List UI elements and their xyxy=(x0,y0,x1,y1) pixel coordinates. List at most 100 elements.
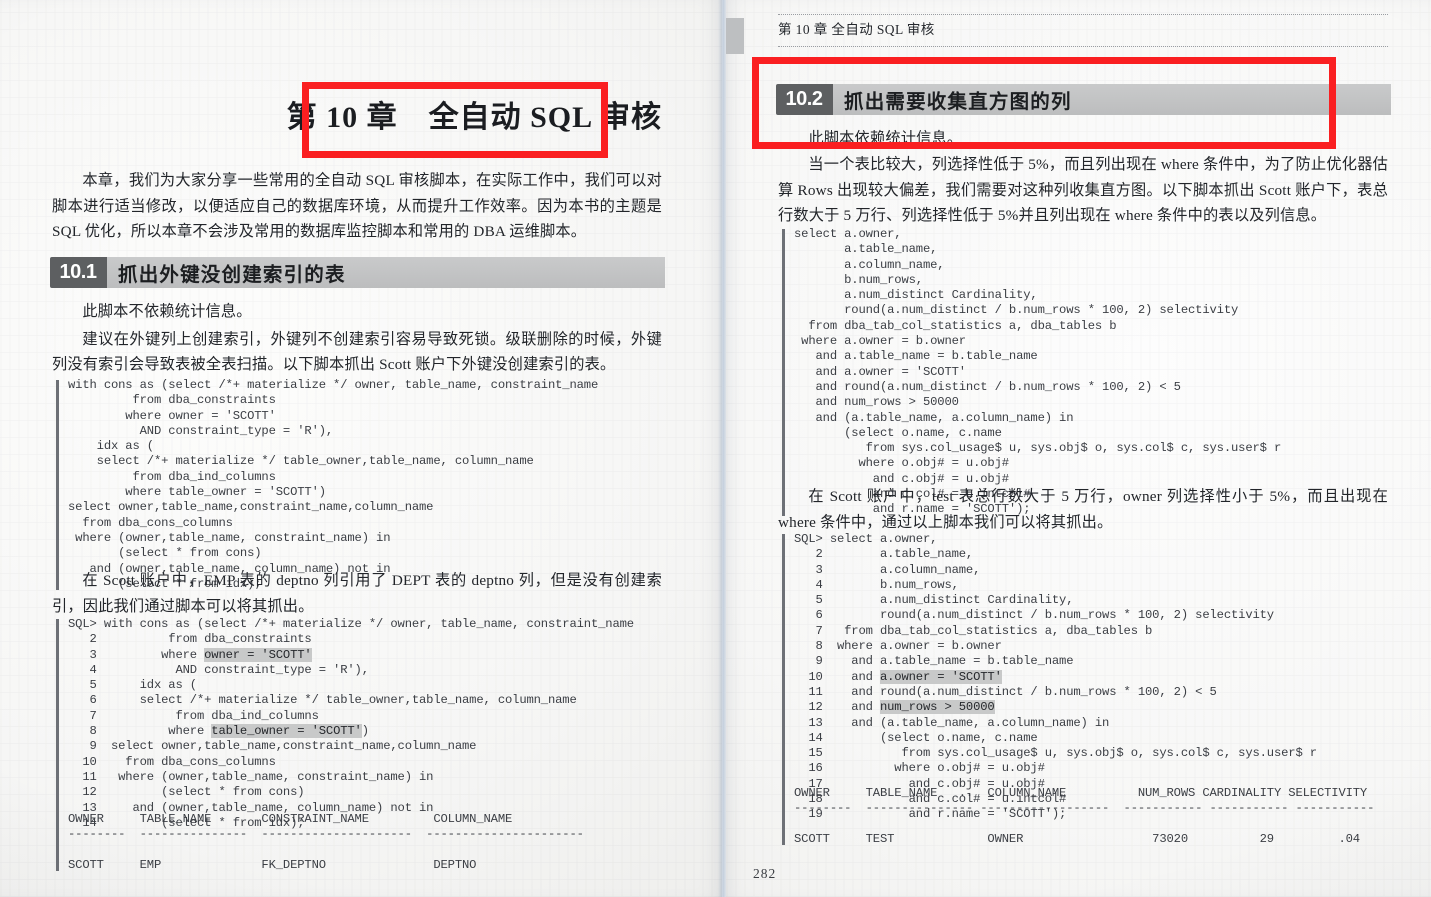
code-line: 7 from dba_ind_columns xyxy=(68,709,318,723)
section-10-2-intro-text: 当一个表比较大，列选择性低于 5%，而且列出现在 where 条件中，为了防止优… xyxy=(778,152,1388,231)
chapter-title: 第 10 章 全自动 SQL 审核 xyxy=(286,101,662,134)
code-line: 6 select /*+ materialize */ table_owner,… xyxy=(68,693,577,708)
code-highlight: table_owner = 'SCOTT' xyxy=(211,724,362,739)
code-line: 11 where (owner,table_name, constraint_n… xyxy=(68,770,433,784)
code-line-number: 8 xyxy=(794,639,823,654)
running-head: 第 10 章 全自动 SQL 审核 xyxy=(778,22,935,37)
code-line-tail: ) xyxy=(361,724,369,739)
code-line-text: and a.table_name = b.table_name xyxy=(822,654,1074,669)
paragraph-3: 在 Scott 账户中，EMP 表的 deptno 列引用了 DEPT 表的 d… xyxy=(52,572,662,615)
code-line: 16 where o.obj# = u.obj# xyxy=(794,761,1045,775)
result-text: OWNER TABLE_NAME CONSTRAINT_NAME COLUMN_… xyxy=(56,812,696,873)
code-line-text: round(a.num_distinct / b.num_rows * 100,… xyxy=(822,608,1274,623)
code-line-number: 4 xyxy=(794,577,823,592)
code-line: 14 (select o.name, c.name xyxy=(794,730,1037,745)
code-line: 4 b.num_rows, xyxy=(794,577,959,592)
code-block-script-1: with cons as (select /*+ materialize */ … xyxy=(56,378,696,592)
code-line-number: 7 xyxy=(794,623,823,638)
code-line: SQL> with cons as (select /*+ materializ… xyxy=(68,617,634,631)
code-line-number: 14 xyxy=(794,730,823,745)
code-line: 10 from dba_cons_columns xyxy=(68,755,276,769)
code-line-number: 3 xyxy=(794,562,823,577)
code-block-script-2: select a.owner, a.table_name, a.column_n… xyxy=(782,227,1422,518)
chapter-tab-marker xyxy=(726,18,744,54)
section-10-1-intro-text: 此脚本不依赖统计信息。 建议在外键列上创建索引，外键列不创建索引容易导致死锁。级… xyxy=(52,299,662,380)
section-heading-10-1: 10.1 抓出外键没创建索引的表 xyxy=(50,257,665,288)
code-line-text: select /*+ materialize */ table_owner,ta… xyxy=(96,693,577,708)
code-line-number: 10 xyxy=(68,754,97,769)
code-line-number: 5 xyxy=(68,678,97,693)
book-spread-scan: 第 10 章 全自动 SQL 审核 本章，我们为大家分享一些常用的全自动 SQL… xyxy=(0,0,1431,897)
code-line-text: a.column_name, xyxy=(822,562,981,577)
code-line-text: where xyxy=(96,724,212,739)
code-line-text: from dba_cons_columns xyxy=(96,754,276,769)
code-line-text: and (a.table_name, a.column_name) in xyxy=(822,715,1110,730)
section-heading-10-2: 10.2 抓出需要收集直方图的列 xyxy=(776,84,1391,115)
code-line: 9 and a.table_name = b.table_name xyxy=(794,654,1073,668)
code-line-text: b.num_rows, xyxy=(822,577,959,592)
code-line: 12 (select * from cons) xyxy=(68,785,304,799)
code-line: 12 and num_rows > 50000 xyxy=(794,700,995,715)
code-line-number: 12 xyxy=(794,700,823,715)
code-line: 10 and a.owner = 'SCOTT' xyxy=(794,669,1002,684)
code-line: 5 idx as ( xyxy=(68,678,197,692)
code-line-text: select owner,table_name,constraint_name,… xyxy=(96,739,477,754)
section-10-1-result-text: 在 Scott 账户中，EMP 表的 deptno 列引用了 DEPT 表的 d… xyxy=(52,568,662,621)
paragraph-2: 在 Scott 账户中，test 表总行数大于 5 万行，owner 列选择性小… xyxy=(778,488,1388,531)
result-table-1: OWNER TABLE_NAME CONSTRAINT_NAME COLUMN_… xyxy=(56,812,696,873)
code-line-number: 12 xyxy=(68,785,97,800)
code-highlight: a.owner = 'SCOTT' xyxy=(879,669,1002,684)
code-line-text: (select * from cons) xyxy=(96,785,305,800)
paragraph-0: 此脚本依赖统计信息。 xyxy=(808,130,963,147)
code-line-number: 13 xyxy=(794,715,823,730)
code-line: 11 and round(a.num_distinct / b.num_rows… xyxy=(794,685,1217,699)
code-line-text: and xyxy=(822,700,880,715)
right-page: 第 10 章 全自动 SQL 审核 10.2 抓出需要收集直方图的列 此脚本依赖… xyxy=(726,0,1431,897)
section-10-2-note: 此脚本依赖统计信息。 xyxy=(778,126,1388,154)
code-highlight: num_rows > 50000 xyxy=(879,700,995,715)
session-text: SQL> with cons as (select /*+ materializ… xyxy=(56,617,696,831)
page-number: 282 xyxy=(753,866,777,881)
code-line: 8 where table_owner = 'SCOTT') xyxy=(68,724,369,739)
code-line: SQL> select a.owner, xyxy=(794,532,937,546)
code-line-number: 3 xyxy=(68,647,97,662)
code-line-text: where xyxy=(96,647,205,662)
code-line-text: from sys.col_usage$ u, sys.obj$ o, sys.c… xyxy=(822,746,1317,761)
section-number-10-1: 10.1 xyxy=(50,257,107,288)
code-highlight: owner = 'SCOTT' xyxy=(204,647,312,662)
code-block-session-1: SQL> with cons as (select /*+ materializ… xyxy=(56,617,696,831)
section-number-10-2: 10.2 xyxy=(776,84,833,115)
result-table-2: OWNER TABLE_NAME .. COLUMN_NAME NUM_ROWS… xyxy=(782,786,1431,847)
left-page: 第 10 章 全自动 SQL 审核 本章，我们为大家分享一些常用的全自动 SQL… xyxy=(0,0,722,897)
code-line-number: 16 xyxy=(794,761,823,776)
section-10-2-result-text: 在 Scott 账户中，test 表总行数大于 5 万行，owner 列选择性小… xyxy=(778,484,1388,537)
code-line-text: and xyxy=(822,669,880,684)
result-text: OWNER TABLE_NAME .. COLUMN_NAME NUM_ROWS… xyxy=(782,786,1431,847)
code-line-number: 4 xyxy=(68,662,97,677)
paragraph-1: 当一个表比较大，列选择性低于 5%，而且列出现在 where 条件中，为了防止优… xyxy=(778,156,1388,224)
code-line: 3 where owner = 'SCOTT' xyxy=(68,647,312,662)
code-line-text: and round(a.num_distinct / b.num_rows * … xyxy=(822,684,1217,699)
code-line-text: a.table_name, xyxy=(822,547,974,562)
code-line-number: 15 xyxy=(794,746,823,761)
code-line-number: 8 xyxy=(68,724,97,739)
code-text: select a.owner, a.table_name, a.column_n… xyxy=(782,227,1422,518)
code-line: 15 from sys.col_usage$ u, sys.obj$ o, sy… xyxy=(794,746,1317,760)
code-line-number: 2 xyxy=(68,632,97,647)
code-line: 2 from dba_constraints xyxy=(68,632,311,647)
code-line: 8 where a.owner = b.owner xyxy=(794,639,1002,654)
code-line-number: SQL> xyxy=(68,617,97,631)
code-line: 7 from dba_tab_col_statistics a, dba_tab… xyxy=(794,624,1152,638)
code-line-number: SQL> xyxy=(794,532,823,546)
code-line: 4 AND constraint_type = 'R'), xyxy=(68,663,369,677)
code-line-text: where (owner,table_name, constraint_name… xyxy=(96,769,434,784)
code-line-number: 6 xyxy=(68,693,97,708)
intro-paragraph: 本章，我们为大家分享一些常用的全自动 SQL 审核脚本，在实际工作中，我们可以对… xyxy=(52,172,662,240)
code-line: 6 round(a.num_distinct / b.num_rows * 10… xyxy=(794,608,1274,622)
code-line-text: idx as ( xyxy=(96,678,197,693)
code-line-text: from dba_tab_col_statistics a, dba_table… xyxy=(822,623,1153,638)
code-line-text: a.num_distinct Cardinality, xyxy=(822,593,1074,608)
code-line-text: where a.owner = b.owner xyxy=(822,639,1002,654)
code-line: 5 a.num_distinct Cardinality, xyxy=(794,593,1073,607)
paragraph-1: 此脚本不依赖统计信息。 xyxy=(82,303,252,320)
